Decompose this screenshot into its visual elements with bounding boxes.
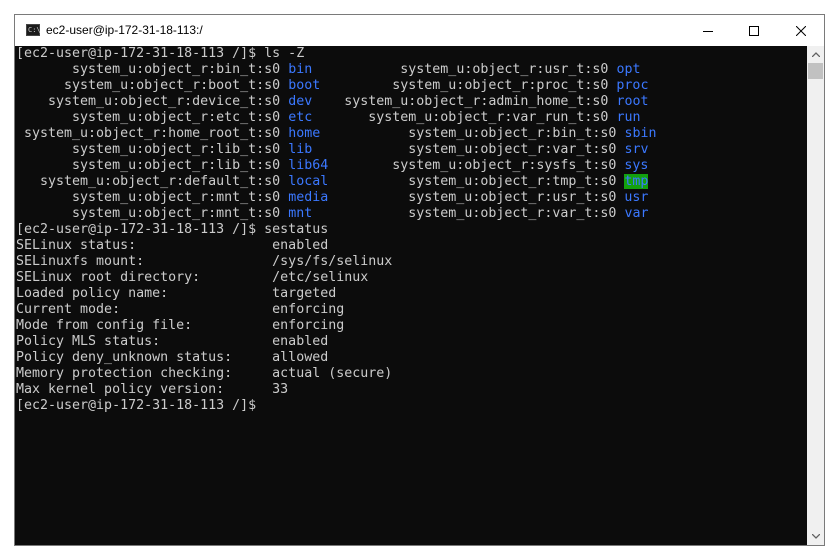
maximize-icon: [749, 25, 759, 36]
directory-name: sbin: [624, 126, 657, 141]
console-icon: C:\: [26, 24, 41, 36]
terminal-text: Loaded policy name: targeted: [16, 286, 337, 301]
terminal-line: Loaded policy name: targeted: [16, 286, 336, 302]
directory-name: var: [624, 206, 649, 221]
terminal-text: SELinux root directory: /etc/selinux: [16, 270, 369, 285]
maximize-button[interactable]: [731, 15, 777, 46]
terminal-line: [ec2-user@ip-172-31-18-113 /]$ sestatus: [16, 222, 328, 238]
terminal-line: Policy deny_unknown status: allowed: [16, 350, 328, 366]
directory-name: lib64: [288, 158, 329, 173]
directory-name: media: [288, 190, 329, 205]
terminal-text: system_u:object_r:var_run_t:s0: [312, 110, 617, 125]
terminal-text: [ec2-user@ip-172-31-18-113 /]$: [16, 398, 257, 413]
directory-name: root: [616, 94, 649, 109]
directory-name: bin: [288, 62, 313, 77]
terminal-text: system_u:object_r:var_t:s0: [312, 206, 625, 221]
directory-name: srv: [624, 142, 649, 157]
terminal-text: system_u:object_r:tmp_t:s0: [328, 174, 625, 189]
terminal-line: Policy MLS status: enabled: [16, 334, 328, 350]
terminal-text: [ec2-user@ip-172-31-18-113 /]$ sestatus: [16, 222, 329, 237]
window-title: ec2-user@ip-172-31-18-113:/: [46, 23, 203, 37]
terminal-line: Memory protection checking: actual (secu…: [16, 366, 392, 382]
chevron-down-icon: [811, 534, 820, 539]
directory-name: home: [288, 126, 321, 141]
terminal-text: system_u:object_r:usr_t:s0: [328, 190, 625, 205]
terminal-text: system_u:object_r:admin_home_t:s0: [312, 94, 617, 109]
highlighted-directory-name: tmp: [624, 174, 649, 189]
scroll-up-button[interactable]: [807, 46, 824, 63]
close-icon: [796, 25, 806, 36]
directory-name: run: [616, 110, 641, 125]
terminal-line: [ec2-user@ip-172-31-18-113 /]$ ls -Z: [16, 46, 304, 62]
title-bar[interactable]: C:\ ec2-user@ip-172-31-18-113:/: [15, 15, 824, 46]
directory-name: usr: [624, 190, 649, 205]
close-button[interactable]: [778, 15, 824, 46]
terminal-text: system_u:object_r:home_root_t:s0: [16, 126, 289, 141]
terminal-text: system_u:object_r:bin_t:s0: [16, 62, 289, 77]
terminal-text: Policy MLS status: enabled: [16, 334, 329, 349]
terminal-text: system_u:object_r:default_t:s0: [16, 174, 289, 189]
minimize-button[interactable]: [685, 15, 731, 46]
terminal-text: system_u:object_r:etc_t:s0: [16, 110, 289, 125]
terminal-line: Current mode: enforcing: [16, 302, 344, 318]
terminal-text: SELinux status: enabled: [16, 238, 329, 253]
directory-name: proc: [616, 78, 649, 93]
directory-name: local: [288, 174, 329, 189]
terminal-text: Current mode: enforcing: [16, 302, 345, 317]
terminal-text: system_u:object_r:device_t:s0: [16, 94, 289, 109]
terminal-line: system_u:object_r:lib_t:s0 lib system_u:…: [16, 142, 648, 158]
terminal-text: system_u:object_r:lib_t:s0: [16, 158, 289, 173]
terminal-line: system_u:object_r:lib_t:s0 lib64 system_…: [16, 158, 648, 174]
directory-name: sys: [624, 158, 649, 173]
terminal-line: system_u:object_r:mnt_t:s0 media system_…: [16, 190, 648, 206]
terminal-line: system_u:object_r:boot_t:s0 boot system_…: [16, 78, 648, 94]
terminal-line: [ec2-user@ip-172-31-18-113 /]$: [16, 398, 256, 414]
terminal-line: Mode from config file: enforcing: [16, 318, 344, 334]
terminal-text: system_u:object_r:boot_t:s0: [16, 78, 289, 93]
terminal-line: system_u:object_r:etc_t:s0 etc system_u:…: [16, 110, 640, 126]
terminal-text: system_u:object_r:mnt_t:s0: [16, 206, 289, 221]
directory-name: boot: [288, 78, 321, 93]
terminal-window: C:\ ec2-user@ip-172-31-18-113:/ [ec2-use…: [14, 14, 825, 546]
terminal-line: SELinux root directory: /etc/selinux: [16, 270, 368, 286]
terminal-text: system_u:object_r:mnt_t:s0: [16, 190, 289, 205]
terminal-text: system_u:object_r:bin_t:s0: [320, 126, 625, 141]
terminal-text: system_u:object_r:lib_t:s0: [16, 142, 289, 157]
terminal-line: system_u:object_r:device_t:s0 dev system…: [16, 94, 648, 110]
terminal-line: Max kernel policy version: 33: [16, 382, 288, 398]
directory-name: mnt: [288, 206, 313, 221]
chevron-up-icon: [811, 52, 820, 57]
terminal-text: [ec2-user@ip-172-31-18-113 /]$ ls -Z: [16, 46, 305, 61]
terminal-text: Mode from config file: enforcing: [16, 318, 345, 333]
vertical-scrollbar[interactable]: [807, 46, 824, 545]
directory-name: lib: [288, 142, 313, 157]
terminal-text: SELinuxfs mount: /sys/fs/selinux: [16, 254, 393, 269]
scroll-thumb[interactable]: [808, 63, 823, 79]
terminal-output[interactable]: [ec2-user@ip-172-31-18-113 /]$ ls -Z sys…: [16, 46, 807, 545]
terminal-line: SELinuxfs mount: /sys/fs/selinux: [16, 254, 392, 270]
terminal-text: system_u:object_r:var_t:s0: [312, 142, 625, 157]
terminal-text: system_u:object_r:proc_t:s0: [320, 78, 617, 93]
directory-name: dev: [288, 94, 313, 109]
terminal-line: system_u:object_r:mnt_t:s0 mnt system_u:…: [16, 206, 648, 222]
minimize-icon: [703, 30, 713, 32]
terminal-text: Memory protection checking: actual (secu…: [16, 366, 393, 381]
terminal-line: system_u:object_r:home_root_t:s0 home sy…: [16, 126, 656, 142]
directory-name: opt: [616, 62, 641, 77]
terminal-text: Max kernel policy version: 33: [16, 382, 289, 397]
directory-name: etc: [288, 110, 313, 125]
terminal-text: system_u:object_r:usr_t:s0: [312, 62, 617, 77]
terminal-line: system_u:object_r:bin_t:s0 bin system_u:…: [16, 62, 640, 78]
scroll-track[interactable]: [807, 63, 824, 528]
terminal-line: system_u:object_r:default_t:s0 local sys…: [16, 174, 649, 190]
terminal-line: SELinux status: enabled: [16, 238, 328, 254]
scroll-down-button[interactable]: [807, 528, 824, 545]
terminal-text: system_u:object_r:sysfs_t:s0: [328, 158, 625, 173]
terminal-text: Policy deny_unknown status: allowed: [16, 350, 329, 365]
